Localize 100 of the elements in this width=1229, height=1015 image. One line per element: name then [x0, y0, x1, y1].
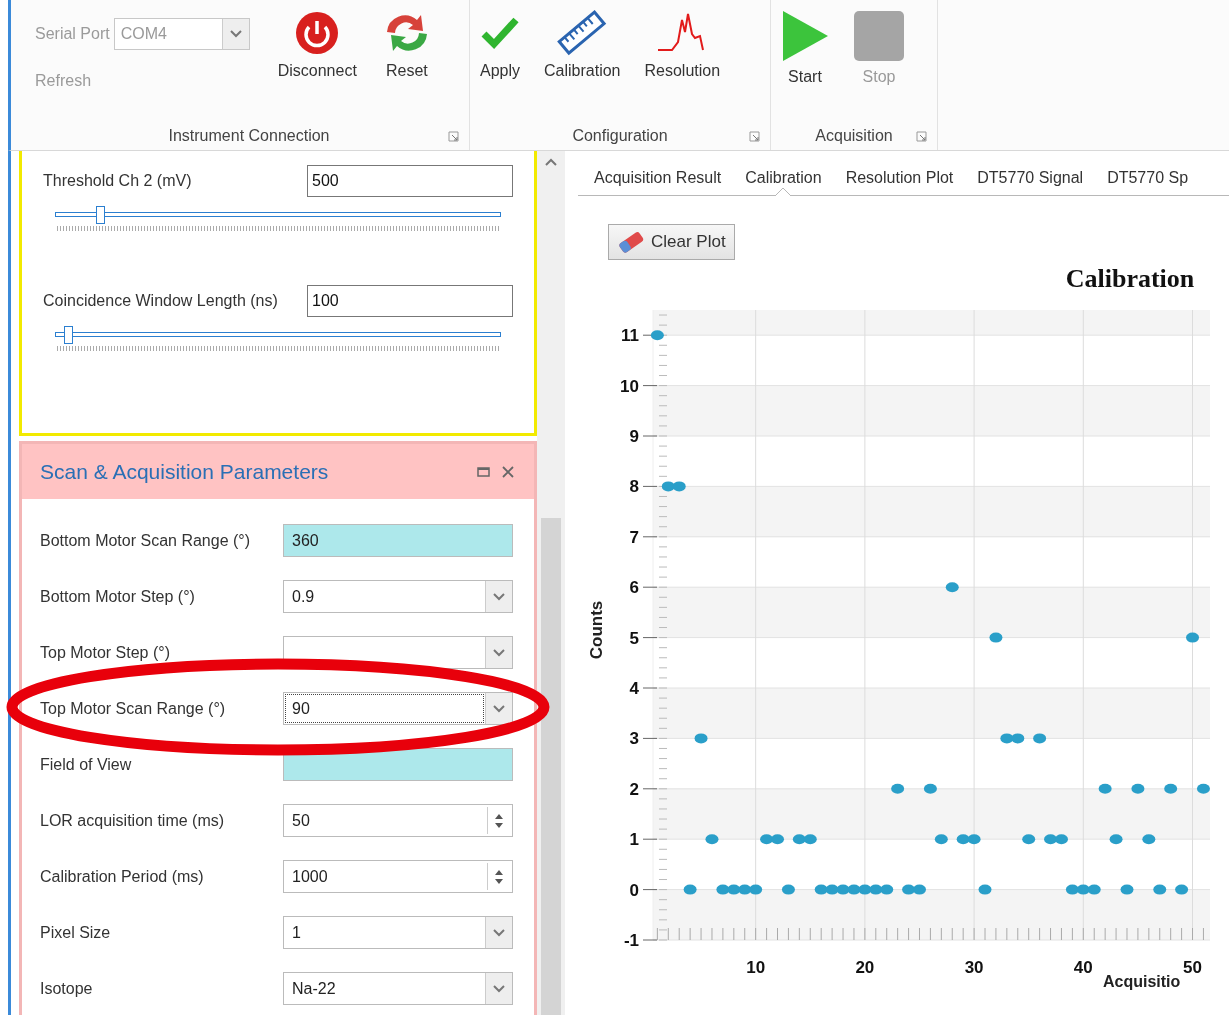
- spin-field[interactable]: 1000: [283, 860, 513, 893]
- input-field[interactable]: 100: [307, 285, 513, 317]
- close-icon[interactable]: [502, 465, 514, 478]
- dropdown-field[interactable]: 1: [283, 916, 513, 949]
- field-label: Threshold Ch 2 (mV): [43, 172, 192, 190]
- y-tick-label: 9: [629, 427, 639, 446]
- ribbon-button[interactable]: Apply: [476, 10, 525, 80]
- y-tick-label: 7: [629, 527, 639, 547]
- x-tick-label: 50: [1183, 958, 1202, 977]
- data-point: [792, 834, 806, 845]
- field-label: LOR acquisition time (ms): [40, 811, 225, 830]
- launcher-icon[interactable]: [916, 131, 927, 142]
- data-point: [923, 783, 937, 794]
- data-point: [945, 582, 959, 593]
- field-label: Pixel Size: [40, 923, 111, 942]
- data-point: [1109, 834, 1123, 845]
- y-tick-label: -1: [623, 931, 639, 950]
- chevron-down-icon: [492, 647, 506, 658]
- data-point: [650, 330, 664, 341]
- y-tick-label: 10: [620, 376, 639, 396]
- field-label: Coincidence Window Length (ns): [43, 292, 278, 310]
- spin-field[interactable]: 50: [283, 804, 513, 837]
- data-point: [814, 884, 828, 895]
- field-label: Isotope: [40, 979, 93, 998]
- tab[interactable]: DT5770 Signal: [965, 151, 1096, 195]
- data-point: [1022, 834, 1036, 845]
- data-point: [727, 884, 741, 895]
- data-point: [1087, 884, 1101, 895]
- field-label: Top Motor Scan Range (°): [40, 699, 226, 718]
- ribbon-button[interactable]: Reset: [376, 10, 437, 80]
- play-icon: [781, 10, 829, 62]
- data-point: [967, 834, 981, 845]
- dropdown-field[interactable]: Na-22: [283, 972, 513, 1005]
- slider-track[interactable]: [55, 206, 501, 224]
- field-label: Top Motor Step (°): [40, 643, 170, 662]
- x-tick-label: 10: [746, 958, 766, 977]
- data-point: [847, 884, 861, 895]
- y-axis-title: Counts: [587, 600, 606, 660]
- launcher-icon[interactable]: [448, 131, 459, 142]
- clear-plot-button[interactable]: Clear Plot: [608, 224, 735, 260]
- scroll-thumb[interactable]: [541, 518, 561, 1015]
- data-point: [825, 884, 839, 895]
- y-tick-label: 2: [629, 779, 639, 799]
- y-tick-label: 8: [629, 477, 639, 497]
- tab[interactable]: Acquisition Result: [582, 151, 734, 195]
- data-point: [1175, 884, 1189, 895]
- field-label: Bottom Motor Scan Range (°): [40, 531, 251, 550]
- maximize-icon[interactable]: [477, 466, 490, 477]
- ribbon-button[interactable]: Calibration: [540, 10, 625, 80]
- data-point: [1065, 884, 1079, 895]
- data-point: [1000, 733, 1014, 744]
- slider-thumb[interactable]: [64, 326, 74, 344]
- data-point: [738, 884, 752, 895]
- dropdown-field[interactable]: 90: [283, 692, 513, 725]
- tab[interactable]: Calibration: [733, 151, 834, 195]
- tab[interactable]: Resolution Plot: [833, 151, 966, 195]
- data-point: [956, 834, 970, 845]
- x-tick-label: 40: [1073, 958, 1093, 977]
- ribbon-button[interactable]: Start: [777, 10, 833, 86]
- data-point: [781, 884, 795, 895]
- ribbon-button[interactable]: Disconnect: [273, 10, 361, 80]
- dropdown-field[interactable]: 0.9: [283, 580, 513, 613]
- tab[interactable]: DT5770 Sp: [1095, 151, 1201, 195]
- readonly-field[interactable]: 360: [283, 524, 513, 557]
- data-point: [1011, 733, 1025, 744]
- data-point: [1164, 783, 1178, 794]
- stop-icon: [853, 10, 905, 62]
- data-point: [858, 884, 872, 895]
- group-label: Instrument Connection: [168, 127, 330, 145]
- launcher-icon[interactable]: [749, 131, 760, 142]
- scrollbar[interactable]: [537, 151, 565, 1015]
- slider-thumb[interactable]: [95, 206, 105, 224]
- y-tick-label: 3: [629, 729, 639, 749]
- input-field[interactable]: 500: [307, 165, 513, 197]
- field-label: Field of View: [40, 755, 132, 774]
- data-point: [869, 884, 883, 895]
- serial-port-label: Serial Port: [35, 25, 110, 43]
- chevron-down-icon: [492, 983, 506, 994]
- data-point: [913, 884, 926, 895]
- data-point: [989, 632, 1003, 643]
- data-point: [661, 481, 675, 492]
- data-point: [716, 884, 730, 895]
- chevron-down-icon: [492, 591, 506, 602]
- data-point: [1196, 783, 1210, 794]
- data-point: [1044, 834, 1058, 845]
- data-point: [1186, 632, 1200, 643]
- data-point: [803, 834, 817, 845]
- field-label: Calibration Period (ms): [40, 867, 204, 886]
- y-tick-label: 4: [629, 679, 639, 698]
- slider-track[interactable]: [55, 326, 501, 344]
- data-point: [683, 884, 697, 895]
- data-point: [705, 834, 719, 845]
- ribbon-button[interactable]: Resolution: [640, 10, 725, 80]
- data-point: [1054, 834, 1068, 845]
- data-point: [694, 733, 708, 744]
- data-point: [672, 481, 686, 492]
- y-tick-label: 5: [629, 628, 639, 648]
- power-icon: [294, 10, 341, 56]
- data-point: [1033, 733, 1047, 744]
- data-point: [749, 884, 763, 895]
